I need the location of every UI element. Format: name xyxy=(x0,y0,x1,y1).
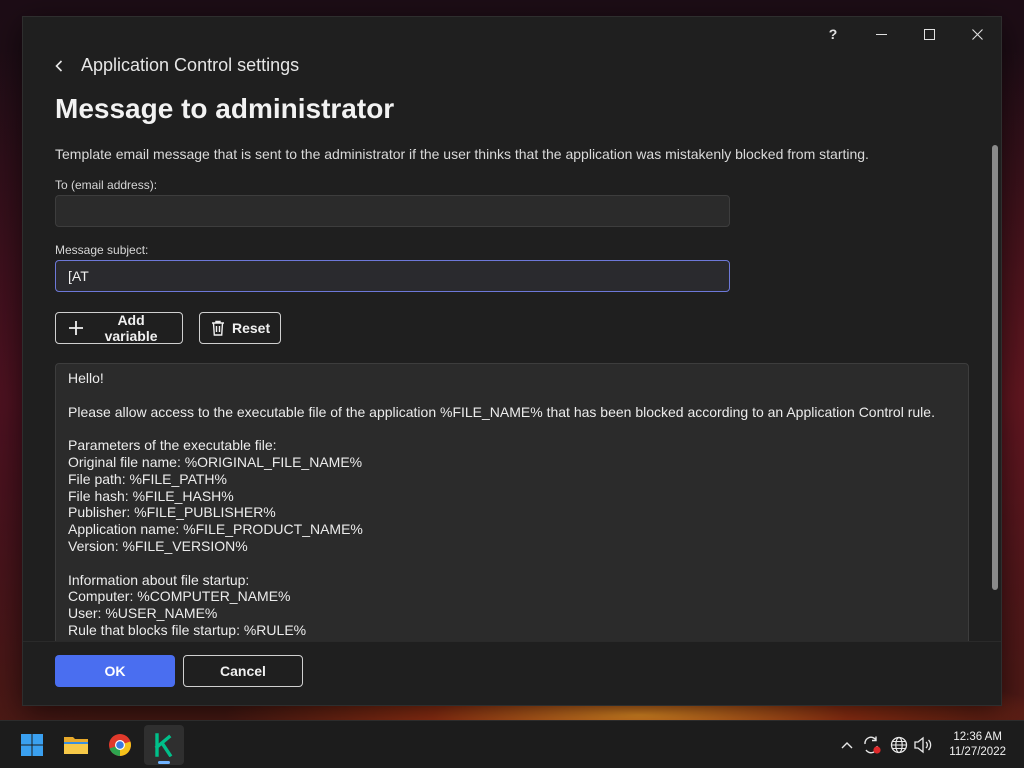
message-line: Computer: %COMPUTER_NAME% xyxy=(68,588,291,605)
network-tray[interactable] xyxy=(888,721,910,768)
taskbar-chrome[interactable] xyxy=(100,725,140,765)
page-title: Message to administrator xyxy=(55,93,395,124)
start-button[interactable] xyxy=(12,725,52,765)
message-line: Application name: %FILE_PRODUCT_NAME% xyxy=(68,521,363,538)
reset-label: Reset xyxy=(232,320,271,336)
clock-time: 12:36 AM xyxy=(953,731,1002,743)
message-line: Information about file startup: xyxy=(68,571,250,588)
kaspersky-icon xyxy=(154,733,173,757)
globe-icon xyxy=(890,736,908,754)
chevron-left-icon xyxy=(55,56,69,76)
to-field-label: To (email address): xyxy=(55,178,158,192)
back-link-label: Application Control settings xyxy=(81,55,300,75)
message-line: Original file name: %ORIGINAL_FILE_NAME% xyxy=(68,453,363,470)
title-bar: ? xyxy=(809,17,1001,51)
subject-field-label: Message subject: xyxy=(55,243,149,257)
vertical-scrollbar[interactable] xyxy=(992,145,998,590)
cancel-button[interactable]: Cancel xyxy=(183,655,303,687)
message-line xyxy=(68,420,956,437)
chrome-icon xyxy=(109,734,131,756)
clock-date: 11/27/2022 xyxy=(949,746,1006,758)
message-line xyxy=(68,387,956,404)
back-link[interactable]: Application Control settings xyxy=(55,55,299,76)
message-line xyxy=(68,555,956,572)
maximize-button[interactable] xyxy=(905,17,953,51)
plus-icon xyxy=(67,319,84,337)
chevron-up-icon xyxy=(841,742,853,749)
reset-button[interactable]: Reset xyxy=(199,312,281,344)
minimize-icon xyxy=(875,33,887,35)
start-icon xyxy=(21,734,43,756)
app-window: ? Application Control settings Message t… xyxy=(22,16,1002,706)
taskbar-kaspersky[interactable] xyxy=(144,725,184,765)
minimize-button[interactable] xyxy=(857,17,905,51)
sync-status-tray[interactable] xyxy=(860,721,884,768)
dialog-footer: OK Cancel xyxy=(23,641,1001,705)
message-line: Version: %FILE_VERSION% xyxy=(68,537,248,554)
to-email-input[interactable] xyxy=(55,195,730,227)
add-variable-label: Add variable xyxy=(104,312,158,344)
sync-warning-icon xyxy=(864,736,881,754)
subject-input[interactable] xyxy=(55,260,730,292)
message-line: Parameters of the executable file: xyxy=(68,437,277,454)
page-description: Template email message that is sent to t… xyxy=(55,146,869,162)
volume-tray[interactable] xyxy=(912,721,934,768)
ok-button[interactable]: OK xyxy=(55,655,175,687)
message-line: File hash: %FILE_HASH% xyxy=(68,487,234,504)
maximize-icon xyxy=(923,28,935,40)
message-body-textarea[interactable]: Hello! Please allow access to the executa… xyxy=(55,363,969,643)
message-line: Please allow access to the executable fi… xyxy=(68,403,935,420)
message-line: User: %USER_NAME% xyxy=(68,605,218,622)
close-icon xyxy=(971,28,983,40)
add-variable-button[interactable]: Add variable xyxy=(55,312,183,344)
help-button[interactable]: ? xyxy=(809,17,857,51)
message-line: Publisher: %FILE_PUBLISHER% xyxy=(68,504,276,521)
taskbar-clock[interactable]: 12:36 AM 11/27/2022 xyxy=(949,730,1006,760)
taskbar: 12:36 AM 11/27/2022 xyxy=(0,720,1024,768)
message-line: File path: %FILE_PATH% xyxy=(68,470,227,487)
taskbar-file-explorer[interactable] xyxy=(56,725,96,765)
speaker-icon xyxy=(914,736,932,754)
file-explorer-icon xyxy=(64,737,88,754)
close-button[interactable] xyxy=(953,17,1001,51)
trash-icon xyxy=(211,319,225,337)
message-line: Rule that blocks file startup: %RULE% xyxy=(68,621,307,638)
show-hidden-icons-button[interactable] xyxy=(838,721,856,768)
help-icon: ? xyxy=(828,26,838,42)
message-line: Hello! xyxy=(68,370,104,386)
